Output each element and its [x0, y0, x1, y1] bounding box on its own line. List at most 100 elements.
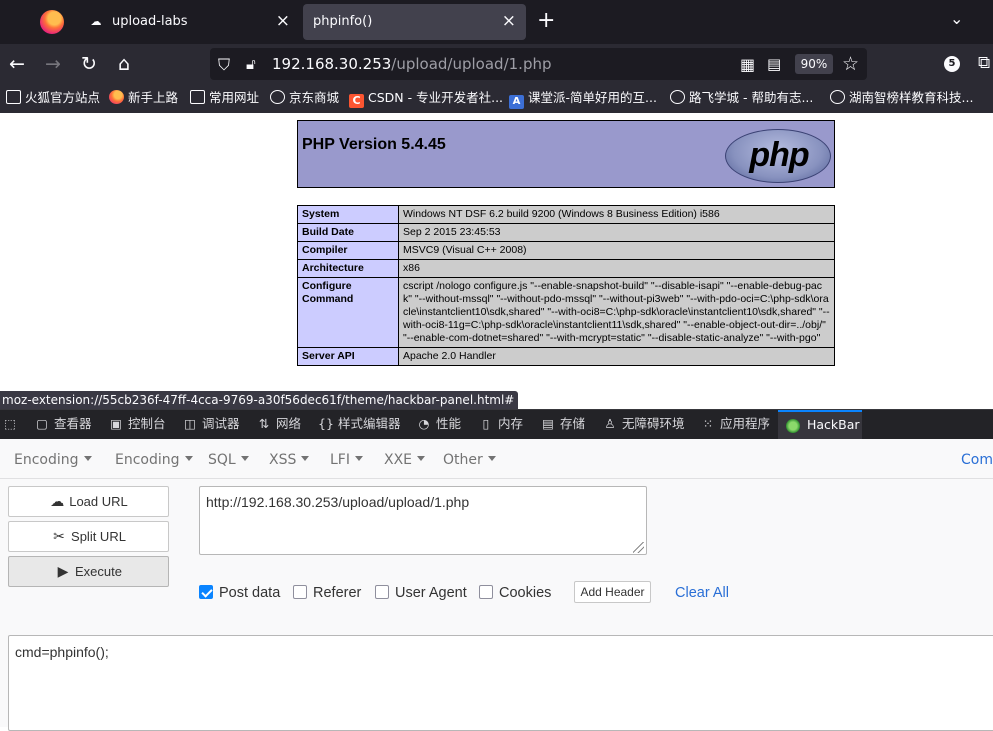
tab-network[interactable]: ⇅ 网络 — [256, 416, 301, 432]
bookmark-star-icon[interactable]: ☆ — [842, 53, 859, 75]
connection-info-icon[interactable]: 🔓︎ — [246, 55, 256, 73]
bookmark-item[interactable]: 路飞学城 - 帮助有志... — [670, 90, 813, 106]
menu-xxe[interactable]: XXE — [384, 452, 426, 468]
row-key: System — [297, 205, 399, 224]
row-value: Windows NT DSF 6.2 build 9200 (Windows 8… — [398, 205, 835, 224]
application-icon: ⁙ — [702, 416, 714, 431]
page-content: PHP Version 5.4.45 php System Windows NT … — [0, 113, 993, 391]
load-url-button[interactable]: ☁ Load URL — [8, 486, 169, 517]
bookmark-label: 湖南智榜样教育科技... — [849, 90, 974, 105]
menu-label: Encoding — [14, 452, 79, 468]
caret-down-icon — [354, 456, 363, 461]
commit-link[interactable]: Comm — [961, 452, 993, 468]
row-value: Apache 2.0 Handler — [398, 347, 835, 366]
tracking-shield-icon[interactable]: ⛉ — [218, 55, 230, 75]
home-icon[interactable]: ⌂ — [113, 53, 135, 75]
play-circle-icon: ▶ — [57, 563, 69, 579]
site-icon: ☁ — [90, 15, 102, 28]
bookmark-label: 课堂派-简单好用的互... — [528, 90, 657, 105]
list-tabs-chevron-icon[interactable]: ⌄ — [950, 9, 963, 28]
reload-icon[interactable]: ↻ — [78, 53, 100, 75]
qr-code-icon[interactable]: ▦ — [740, 55, 755, 74]
post-data-input[interactable]: cmd=phpinfo(); — [8, 635, 993, 731]
zoom-level[interactable]: 90% — [795, 54, 833, 74]
globe-icon — [830, 90, 845, 104]
tab-storage[interactable]: ▤ 存储 — [540, 416, 585, 432]
bookmark-item[interactable]: 火狐官方站点 — [6, 90, 100, 106]
url-text[interactable]: 192.168.30.253/upload/upload/1.php — [272, 56, 552, 72]
bookmark-item[interactable]: 常用网址 — [190, 90, 259, 106]
tab-accessibility[interactable]: ♙ 无障碍环境 — [602, 416, 684, 432]
clear-all-link[interactable]: Clear All — [675, 584, 729, 602]
bookmark-item[interactable]: 京东商城 — [270, 90, 339, 106]
extensions-icon[interactable]: ⧉ — [978, 53, 990, 73]
tab-inspector[interactable]: ▢ 查看器 — [34, 416, 92, 432]
url-bar[interactable]: ⛉ 🔓︎ 192.168.30.253/upload/upload/1.php … — [210, 48, 867, 80]
bookmark-item[interactable]: A 课堂派-简单好用的互... — [509, 90, 657, 109]
firefox-menu-icon[interactable] — [40, 10, 64, 34]
post-data-checkbox[interactable]: Post data — [199, 584, 280, 602]
back-icon[interactable]: ← — [6, 53, 28, 75]
caret-down-icon — [83, 456, 92, 461]
url-input[interactable]: http://192.168.30.253/upload/upload/1.ph… — [199, 486, 647, 555]
menu-xss[interactable]: XSS — [269, 452, 310, 468]
url-host: 192.168.30.253 — [272, 55, 392, 73]
folder-icon — [190, 90, 205, 104]
menu-encoding[interactable]: Encoding — [115, 452, 193, 468]
tab-performance[interactable]: ◔ 性能 — [416, 416, 461, 432]
tab-application[interactable]: ⁙ 应用程序 — [700, 416, 770, 432]
cookies-checkbox[interactable]: Cookies — [479, 584, 551, 602]
add-header-button[interactable]: Add Header — [574, 581, 651, 603]
reader-view-icon[interactable]: ▤ — [767, 55, 781, 73]
notification-badge[interactable]: 5 — [944, 56, 960, 72]
forward-icon[interactable]: → — [42, 53, 64, 75]
checkbox-checked-icon[interactable] — [199, 585, 213, 599]
table-row: Build Date Sep 2 2015 23:45:53 — [297, 223, 835, 242]
memory-icon: ▯ — [482, 416, 490, 431]
tab-debugger[interactable]: ◫ 调试器 — [182, 416, 240, 432]
bookmarks-toolbar: 火狐官方站点 新手上路 常用网址 京东商城 C CSDN - 专业开发者社... … — [0, 84, 993, 113]
tab-style-editor[interactable]: {} 样式编辑器 — [318, 416, 400, 432]
table-row: Server API Apache 2.0 Handler — [297, 347, 835, 366]
inspector-icon: ▢ — [36, 416, 48, 431]
bookmark-item[interactable]: C CSDN - 专业开发者社... — [349, 90, 503, 108]
tab-memory[interactable]: ▯ 内存 — [478, 416, 523, 432]
element-picker-icon[interactable]: ⬚ — [2, 416, 22, 432]
hackbar-icon — [786, 419, 800, 433]
bookmark-label: 京东商城 — [289, 90, 340, 105]
devtools-tab-label: 查看器 — [54, 416, 92, 431]
tab-phpinfo[interactable]: phpinfo() × — [303, 4, 526, 40]
new-tab-icon[interactable]: + — [537, 9, 555, 33]
menu-encryption[interactable]: Encoding — [14, 452, 92, 468]
tab-hackbar[interactable]: HackBar — [778, 410, 862, 440]
devtools-tab-label: 调试器 — [202, 416, 240, 431]
checkbox-icon[interactable] — [479, 585, 493, 599]
row-key: Architecture — [297, 259, 399, 278]
bookmark-item[interactable]: 新手上路 — [109, 90, 178, 106]
bookmark-item[interactable]: 湖南智榜样教育科技... — [830, 90, 973, 106]
button-label: Load URL — [69, 494, 128, 509]
close-tab-icon[interactable]: × — [502, 12, 516, 30]
menu-lfi[interactable]: LFI — [330, 452, 363, 468]
devtools-tab-label: 存储 — [560, 416, 586, 431]
checkbox-icon[interactable] — [375, 585, 389, 599]
checkbox-icon[interactable] — [293, 585, 307, 599]
resize-grip-icon[interactable] — [633, 542, 644, 553]
phpinfo-header: PHP Version 5.4.45 php — [297, 120, 835, 188]
referer-checkbox[interactable]: Referer — [293, 584, 361, 602]
hackbar-panel: Encoding Encoding SQL XSS LFI XXE Other … — [0, 439, 993, 731]
menu-other[interactable]: Other — [443, 452, 496, 468]
bookmark-label: 常用网址 — [209, 90, 260, 105]
style-editor-icon: {} — [318, 416, 334, 431]
globe-icon — [670, 90, 685, 104]
tab-upload-labs[interactable]: ☁ upload-labs × — [78, 4, 300, 40]
menu-label: Encoding — [115, 452, 180, 468]
php-logo[interactable]: php — [725, 129, 831, 183]
split-url-button[interactable]: ✂ Split URL — [8, 521, 169, 552]
menu-sql[interactable]: SQL — [208, 452, 249, 468]
user-agent-checkbox[interactable]: User Agent — [375, 584, 467, 602]
execute-button[interactable]: ▶ Execute — [8, 556, 169, 587]
tab-console[interactable]: ▣ 控制台 — [108, 416, 165, 432]
caret-down-icon — [184, 456, 193, 461]
close-tab-icon[interactable]: × — [276, 12, 290, 30]
